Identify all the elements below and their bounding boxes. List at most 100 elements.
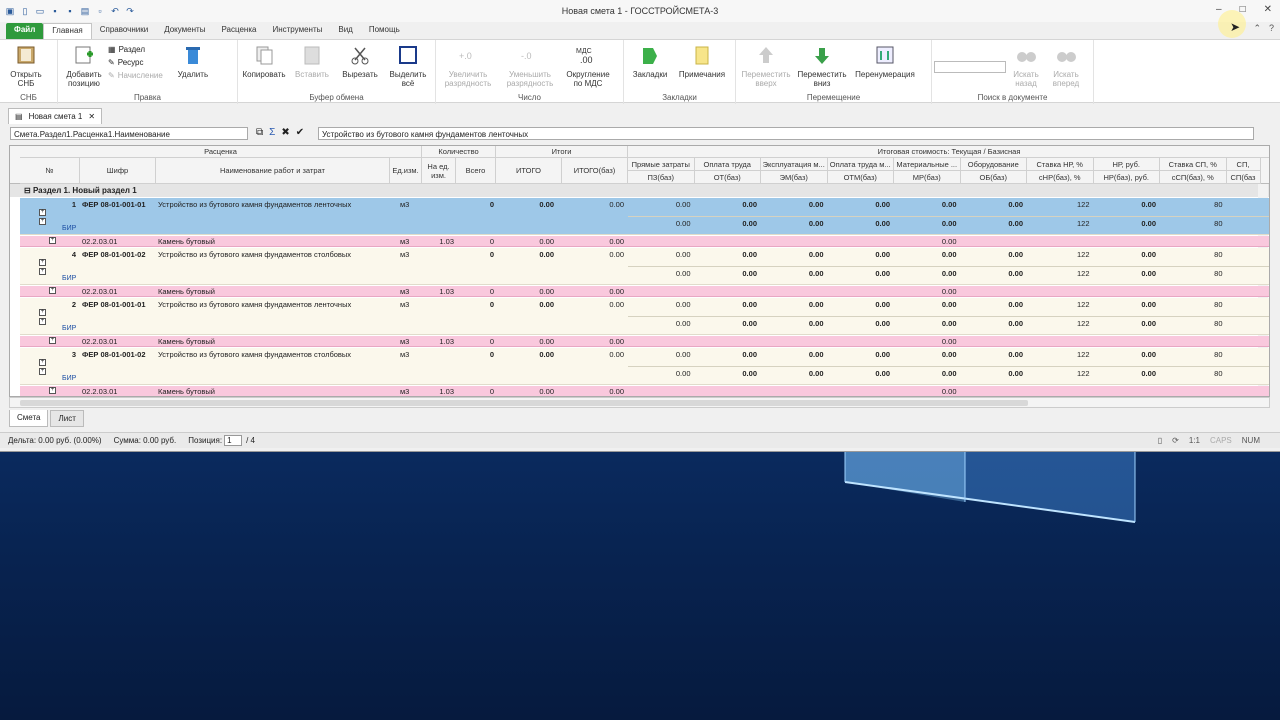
resource-row[interactable]: +02.2.03.01 Камень бутовый м3 1.03 0 0.00 0.00… — [20, 236, 1269, 247]
help-icon[interactable]: ? — [1269, 23, 1274, 34]
cost-column-header[interactable]: СП, — [1226, 158, 1261, 171]
resource-row[interactable]: +02.2.03.01 Камень бутовый м3 1.03 0 0.00 0.00… — [20, 336, 1269, 347]
document-tab[interactable]: ▤ Новая смета 1 ✕ — [8, 108, 103, 124]
estimate-row[interactable]: 4 ФЕР 08-01-001-02 Устройство из бутового … — [20, 248, 1269, 285]
cost-column-header[interactable]: Ставка НР, % — [1027, 158, 1094, 171]
position-input[interactable]: 1 — [224, 435, 243, 446]
expand-resource-icon[interactable]: + — [49, 237, 56, 244]
estimate-row[interactable]: 2 ФЕР 08-01-001-01 Устройство из бутового … — [20, 298, 1269, 335]
estimate-row[interactable]: 1 ФЕР 08-01-001-01 Устройство из бутового … — [20, 198, 1269, 235]
tab-home[interactable]: Главная — [43, 23, 92, 39]
close-tab-icon[interactable]: ✕ — [88, 112, 95, 121]
cell-path-field[interactable]: Смета.Раздел1.Расценка1.Наименование — [10, 127, 248, 140]
expand-icon[interactable]: + — [39, 309, 46, 316]
cost-column-header[interactable]: Ставка СП, % — [1160, 158, 1227, 171]
cost-column-subheader[interactable]: ОТ(баз) — [694, 171, 761, 184]
cost-column-header[interactable]: Эксплуатация м... — [761, 158, 828, 171]
tab-help[interactable]: Помощь — [361, 23, 408, 39]
tab-file[interactable]: Файл — [6, 23, 44, 39]
cost-column-subheader[interactable]: ПЗ(баз) — [628, 171, 695, 184]
expand-resource-icon[interactable]: + — [49, 337, 56, 344]
column-header[interactable]: Наименование работ и затрат — [156, 158, 390, 184]
cost-column-subheader[interactable]: ОБ(баз) — [960, 171, 1027, 184]
notes-button[interactable]: Примечания — [674, 43, 730, 79]
cost-column-header[interactable]: Прямые затраты — [628, 158, 695, 171]
cost-column-subheader[interactable]: СП(баз — [1226, 171, 1261, 184]
cost-column-subheader[interactable]: ОТМ(баз) — [827, 171, 894, 184]
open-snb-button[interactable]: Открыть СНБ — [2, 43, 50, 88]
charge-button[interactable]: ✎ Начисление — [108, 71, 163, 80]
expand-resource-icon[interactable]: + — [49, 287, 56, 294]
horizontal-scrollbar[interactable] — [9, 397, 1270, 408]
cost-column-subheader[interactable]: НР(баз), руб. — [1093, 171, 1160, 184]
expand-resource-icon[interactable]: + — [49, 387, 56, 394]
bookmarks-button[interactable]: Закладки — [626, 43, 674, 79]
resource-row[interactable]: +02.2.03.01 Камень бутовый м3 1.03 0 0.00 0.00… — [20, 286, 1269, 297]
resource-row[interactable]: +02.2.03.01 Камень бутовый м3 1.03 0 0.00 0.00… — [20, 386, 1269, 396]
collapse-section-icon[interactable]: ⊟ — [24, 186, 31, 195]
cost-column-header[interactable]: НР, руб. — [1093, 158, 1160, 171]
column-header[interactable]: ИТОГО — [496, 158, 562, 184]
column-header[interactable]: ИТОГО(баз) — [562, 158, 628, 184]
copy-cell-icon[interactable]: ⧉ — [256, 127, 263, 138]
cut-button[interactable]: Вырезать — [336, 43, 384, 79]
round-mds-button[interactable]: МДС .00 Округление по МДС — [562, 43, 614, 88]
expand-icon[interactable]: + — [39, 209, 46, 216]
resource-button[interactable]: ✎ Ресурс — [108, 58, 163, 67]
search-combo[interactable] — [934, 61, 1006, 73]
section-row[interactable]: ⊟ Раздел 1. Новый раздел 1 — [10, 184, 1269, 197]
copy-button[interactable]: Копировать — [240, 43, 288, 79]
cancel-icon[interactable]: ✖ — [281, 127, 289, 138]
expand-icon[interactable]: + — [39, 368, 46, 375]
delete-button[interactable]: Удалить — [169, 43, 217, 79]
tab-tools[interactable]: Инструменты — [264, 23, 330, 39]
tab-view[interactable]: Вид — [330, 23, 360, 39]
expand-icon[interactable]: + — [39, 218, 46, 225]
expand-icon[interactable]: + — [39, 318, 46, 325]
cost-column-header[interactable]: Оплата труда м... — [827, 158, 894, 171]
tab-sheet[interactable]: Лист — [50, 410, 84, 427]
cost-column-subheader[interactable]: сНР(баз), % — [1027, 171, 1094, 184]
close-icon[interactable]: ✕ — [1264, 4, 1272, 15]
collapse-ribbon-icon[interactable]: ⌃ — [1253, 23, 1261, 34]
tab-rates[interactable]: Расценка — [213, 23, 264, 39]
cost-column-header[interactable]: Оплата труда — [694, 158, 761, 171]
column-header[interactable]: Всего — [456, 158, 496, 184]
select-all-button[interactable]: Выделить всё — [384, 43, 432, 88]
tab-references[interactable]: Справочники — [92, 23, 156, 39]
column-header[interactable]: Ед.изм. — [390, 158, 422, 184]
confirm-icon[interactable]: ✔ — [296, 127, 304, 138]
column-header[interactable]: Шифр — [80, 158, 156, 184]
search-back-button[interactable]: Искать назад — [1006, 43, 1046, 88]
cell-value-field[interactable]: Устройство из бутового камня фундаментов… — [318, 127, 1254, 140]
column-header[interactable]: № — [20, 158, 80, 184]
expand-icon[interactable]: + — [39, 268, 46, 275]
expand-icon[interactable]: + — [39, 259, 46, 266]
cost-column-subheader[interactable]: МР(баз) — [894, 171, 961, 184]
minimize-icon[interactable]: – — [1216, 4, 1222, 15]
cost-value-current: 80 — [1214, 200, 1223, 209]
cost-column-header[interactable]: Материальные ... — [894, 158, 961, 171]
add-position-button[interactable]: Добавить позицию — [60, 43, 108, 88]
refresh-icon[interactable]: ⟳ — [1172, 436, 1179, 445]
scroll-thumb[interactable] — [20, 400, 1028, 406]
tab-estimate[interactable]: Смета — [9, 410, 49, 427]
search-forward-button[interactable]: Искать вперед — [1046, 43, 1086, 88]
decrease-precision-button[interactable]: -.0 Уменьшить разрядность — [498, 43, 562, 88]
cost-column-header[interactable]: Оборудование — [960, 158, 1027, 171]
column-header[interactable]: На ед. изм. — [422, 158, 456, 184]
expand-icon[interactable]: + — [39, 359, 46, 366]
move-up-button[interactable]: Переместить вверх — [738, 43, 794, 88]
renumber-button[interactable]: Перенумерация — [850, 43, 920, 79]
status-scale[interactable]: 1:1 — [1189, 436, 1200, 445]
increase-precision-button[interactable]: +.0 Увеличить разрядность — [438, 43, 498, 88]
tab-documents[interactable]: Документы — [156, 23, 213, 39]
cost-column-subheader[interactable]: ЭМ(баз) — [761, 171, 828, 184]
paste-button[interactable]: Вставить — [288, 43, 336, 79]
move-down-button[interactable]: Переместить вниз — [794, 43, 850, 88]
cost-column-subheader[interactable]: сСП(баз), % — [1160, 171, 1227, 184]
sum-icon[interactable]: Σ — [269, 127, 275, 138]
page-icon[interactable]: ▯ — [1158, 436, 1162, 445]
estimate-row[interactable]: 3 ФЕР 08-01-001-02 Устройство из бутового … — [20, 348, 1269, 385]
section-button[interactable]: ▦ Раздел — [108, 45, 163, 54]
